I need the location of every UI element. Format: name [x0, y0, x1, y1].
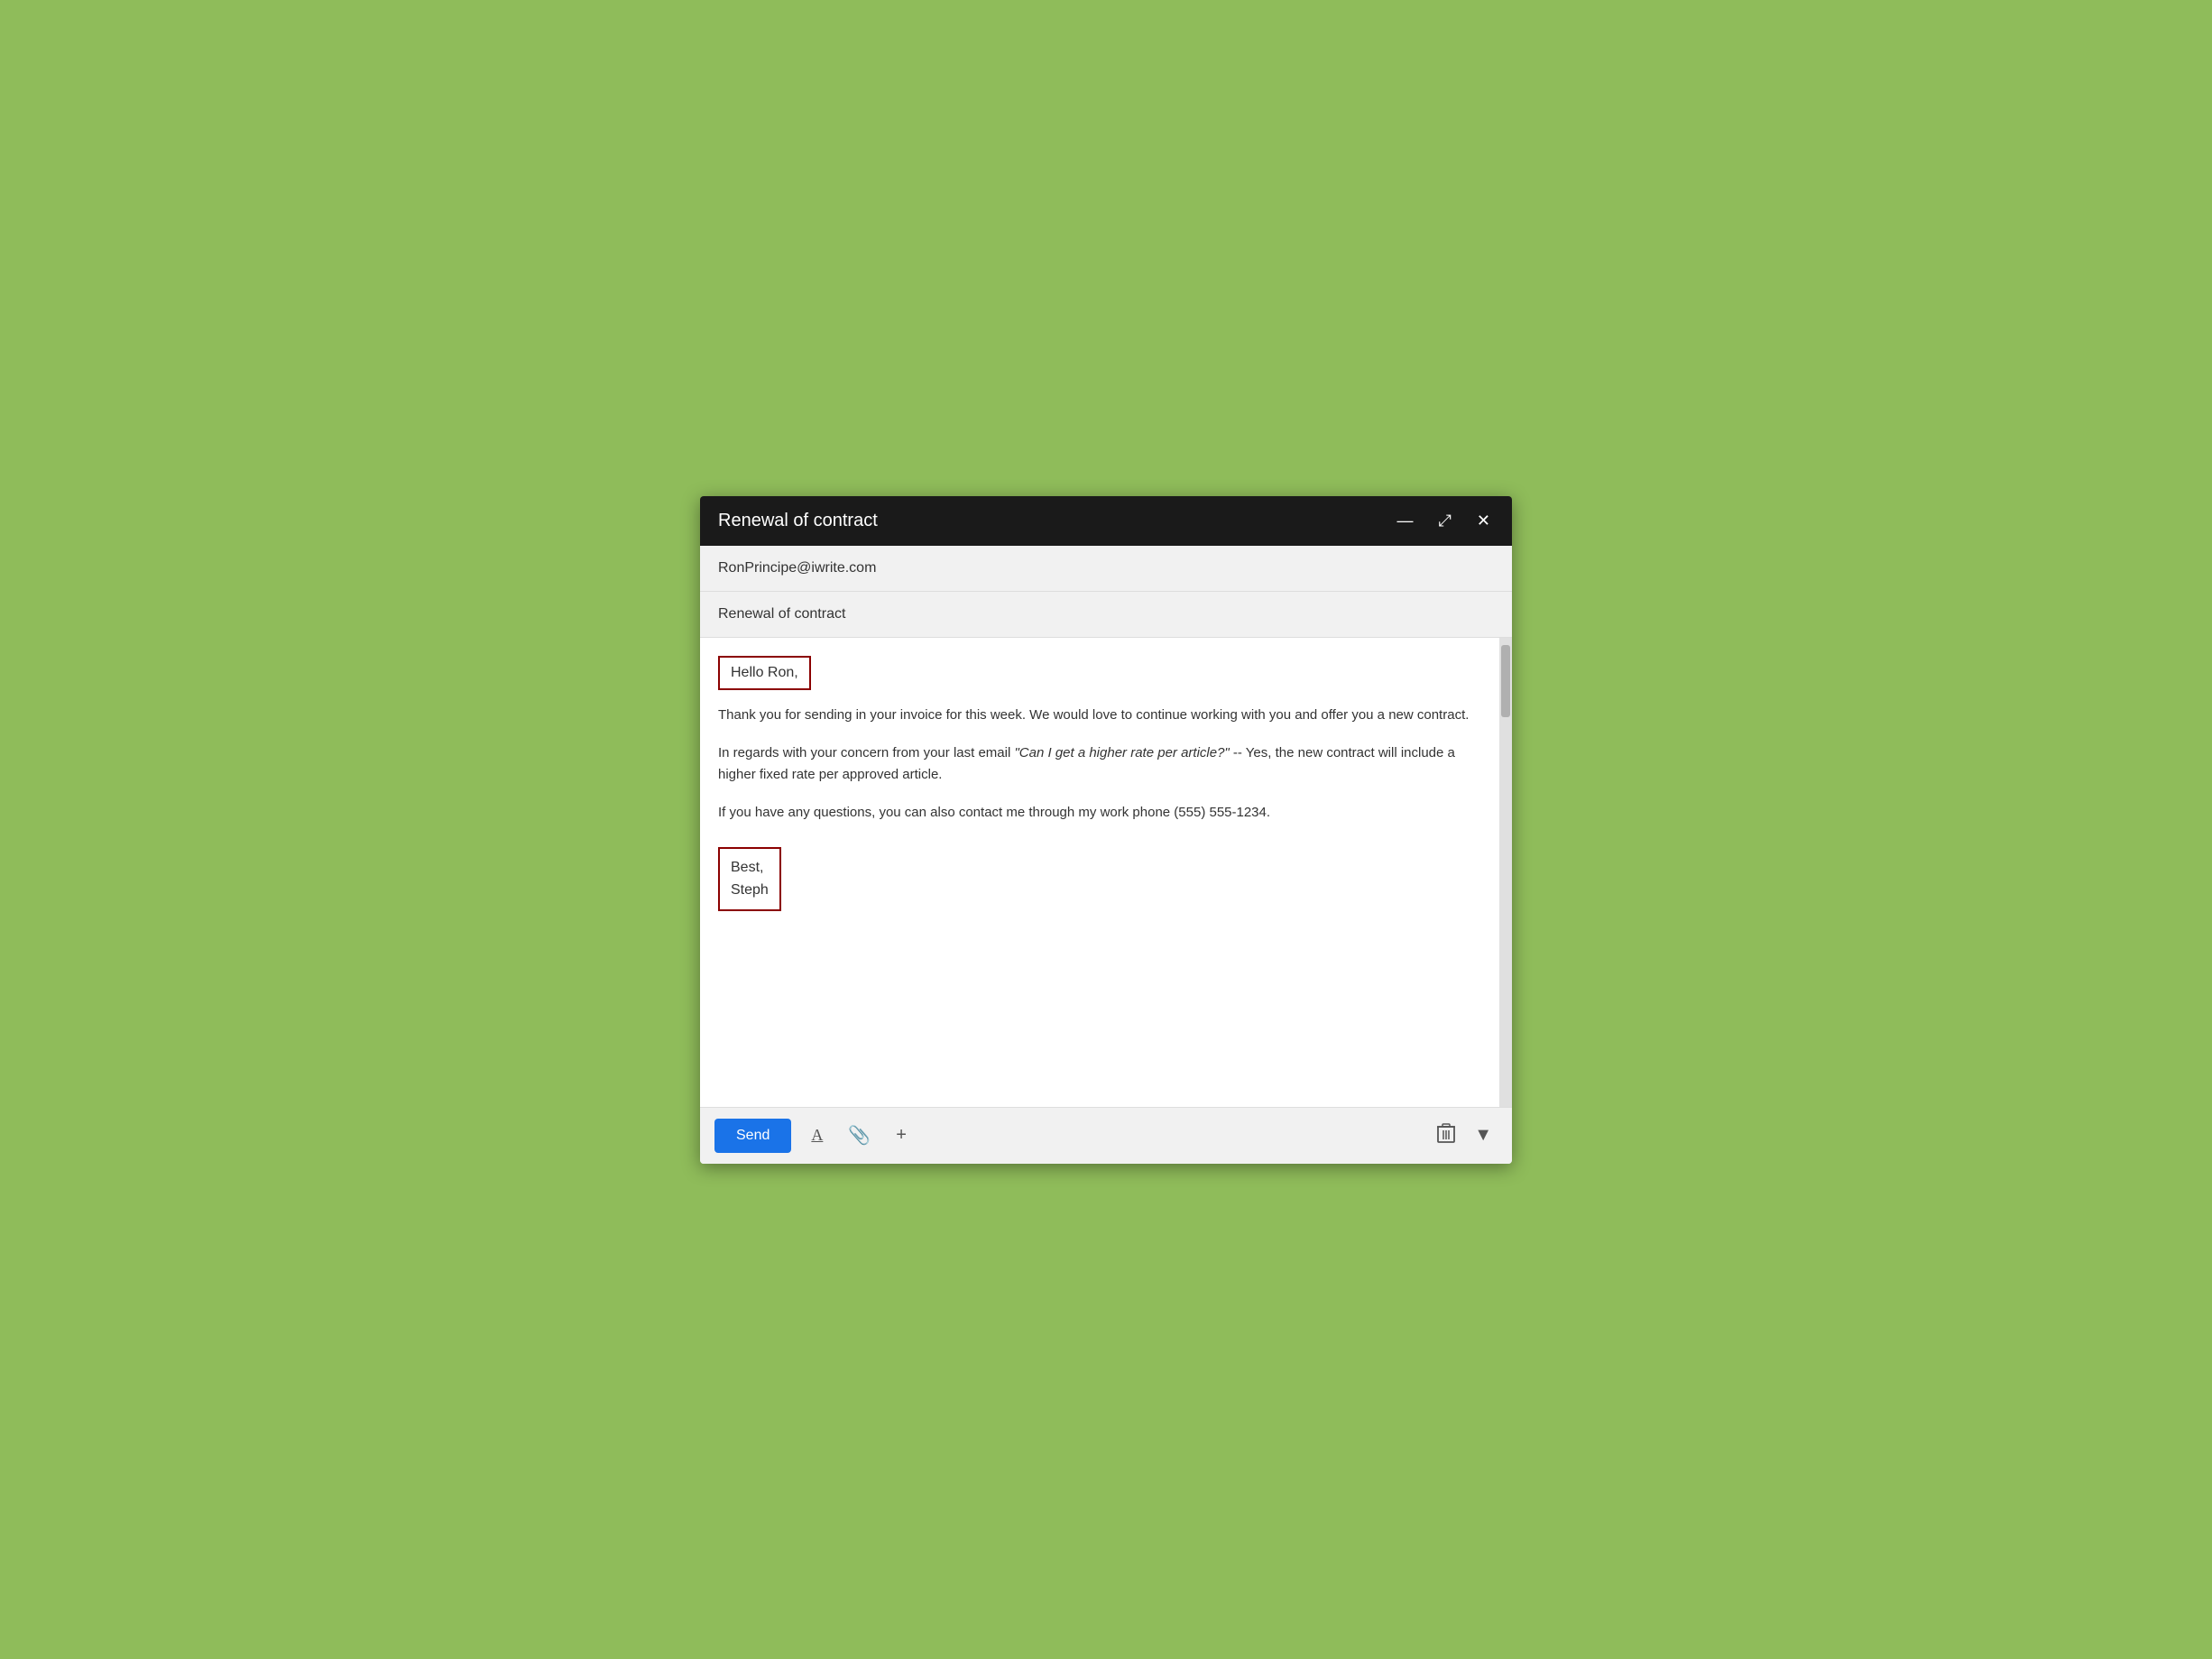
plus-icon: + — [896, 1125, 907, 1146]
send-button[interactable]: Send — [714, 1119, 791, 1153]
minimize-button[interactable]: — — [1394, 511, 1417, 530]
greeting-text: Hello Ron, — [731, 665, 798, 680]
more-options-button[interactable]: + — [890, 1121, 912, 1149]
paragraph-3: If you have any questions, you can also … — [718, 802, 1481, 824]
paragraph-2: In regards with your concern from your l… — [718, 742, 1481, 786]
trash-icon — [1436, 1122, 1456, 1149]
window-title: Renewal of contract — [718, 511, 878, 531]
email-container: RonPrincipe@iwrite.com Renewal of contra… — [700, 546, 1512, 1164]
more-actions-button[interactable]: ▼ — [1469, 1121, 1498, 1149]
signature-line1: Best, — [731, 856, 769, 880]
to-field[interactable]: RonPrincipe@iwrite.com — [700, 546, 1512, 592]
format-text-icon: A — [811, 1126, 823, 1145]
attach-button[interactable]: 📎 — [843, 1120, 876, 1150]
chevron-down-icon: ▼ — [1474, 1125, 1492, 1146]
paragraph-1: Thank you for sending in your invoice fo… — [718, 705, 1481, 726]
email-compose-window: Renewal of contract — ⤢ ✕ RonPrincipe@iw… — [700, 496, 1512, 1164]
to-address: RonPrincipe@iwrite.com — [718, 560, 876, 576]
subject-text: Renewal of contract — [718, 606, 845, 622]
toolbar: Send A 📎 + — [700, 1107, 1512, 1164]
signature-box: Best, Steph — [718, 847, 781, 911]
window-controls: — ⤢ ✕ — [1394, 511, 1495, 530]
paragraph2-before: In regards with your concern from your l… — [718, 745, 1014, 760]
format-text-button[interactable]: A — [806, 1122, 828, 1148]
email-body-area: Hello Ron, Thank you for sending in your… — [700, 638, 1512, 1107]
toolbar-right: ▼ — [1431, 1119, 1498, 1153]
email-body[interactable]: Hello Ron, Thank you for sending in your… — [700, 638, 1499, 1107]
greeting-box: Hello Ron, — [718, 656, 811, 690]
delete-button[interactable] — [1431, 1119, 1461, 1153]
close-button[interactable]: ✕ — [1473, 511, 1494, 530]
maximize-button[interactable]: ⤢ — [1435, 511, 1455, 530]
paragraph2-quote: "Can I get a higher rate per article?" — [1014, 745, 1229, 760]
scrollbar-thumb[interactable] — [1501, 645, 1510, 717]
attach-icon: 📎 — [848, 1124, 871, 1147]
subject-field[interactable]: Renewal of contract — [700, 592, 1512, 638]
title-bar: Renewal of contract — ⤢ ✕ — [700, 496, 1512, 546]
signature-line2: Steph — [731, 879, 769, 902]
scrollbar[interactable] — [1499, 638, 1512, 1107]
